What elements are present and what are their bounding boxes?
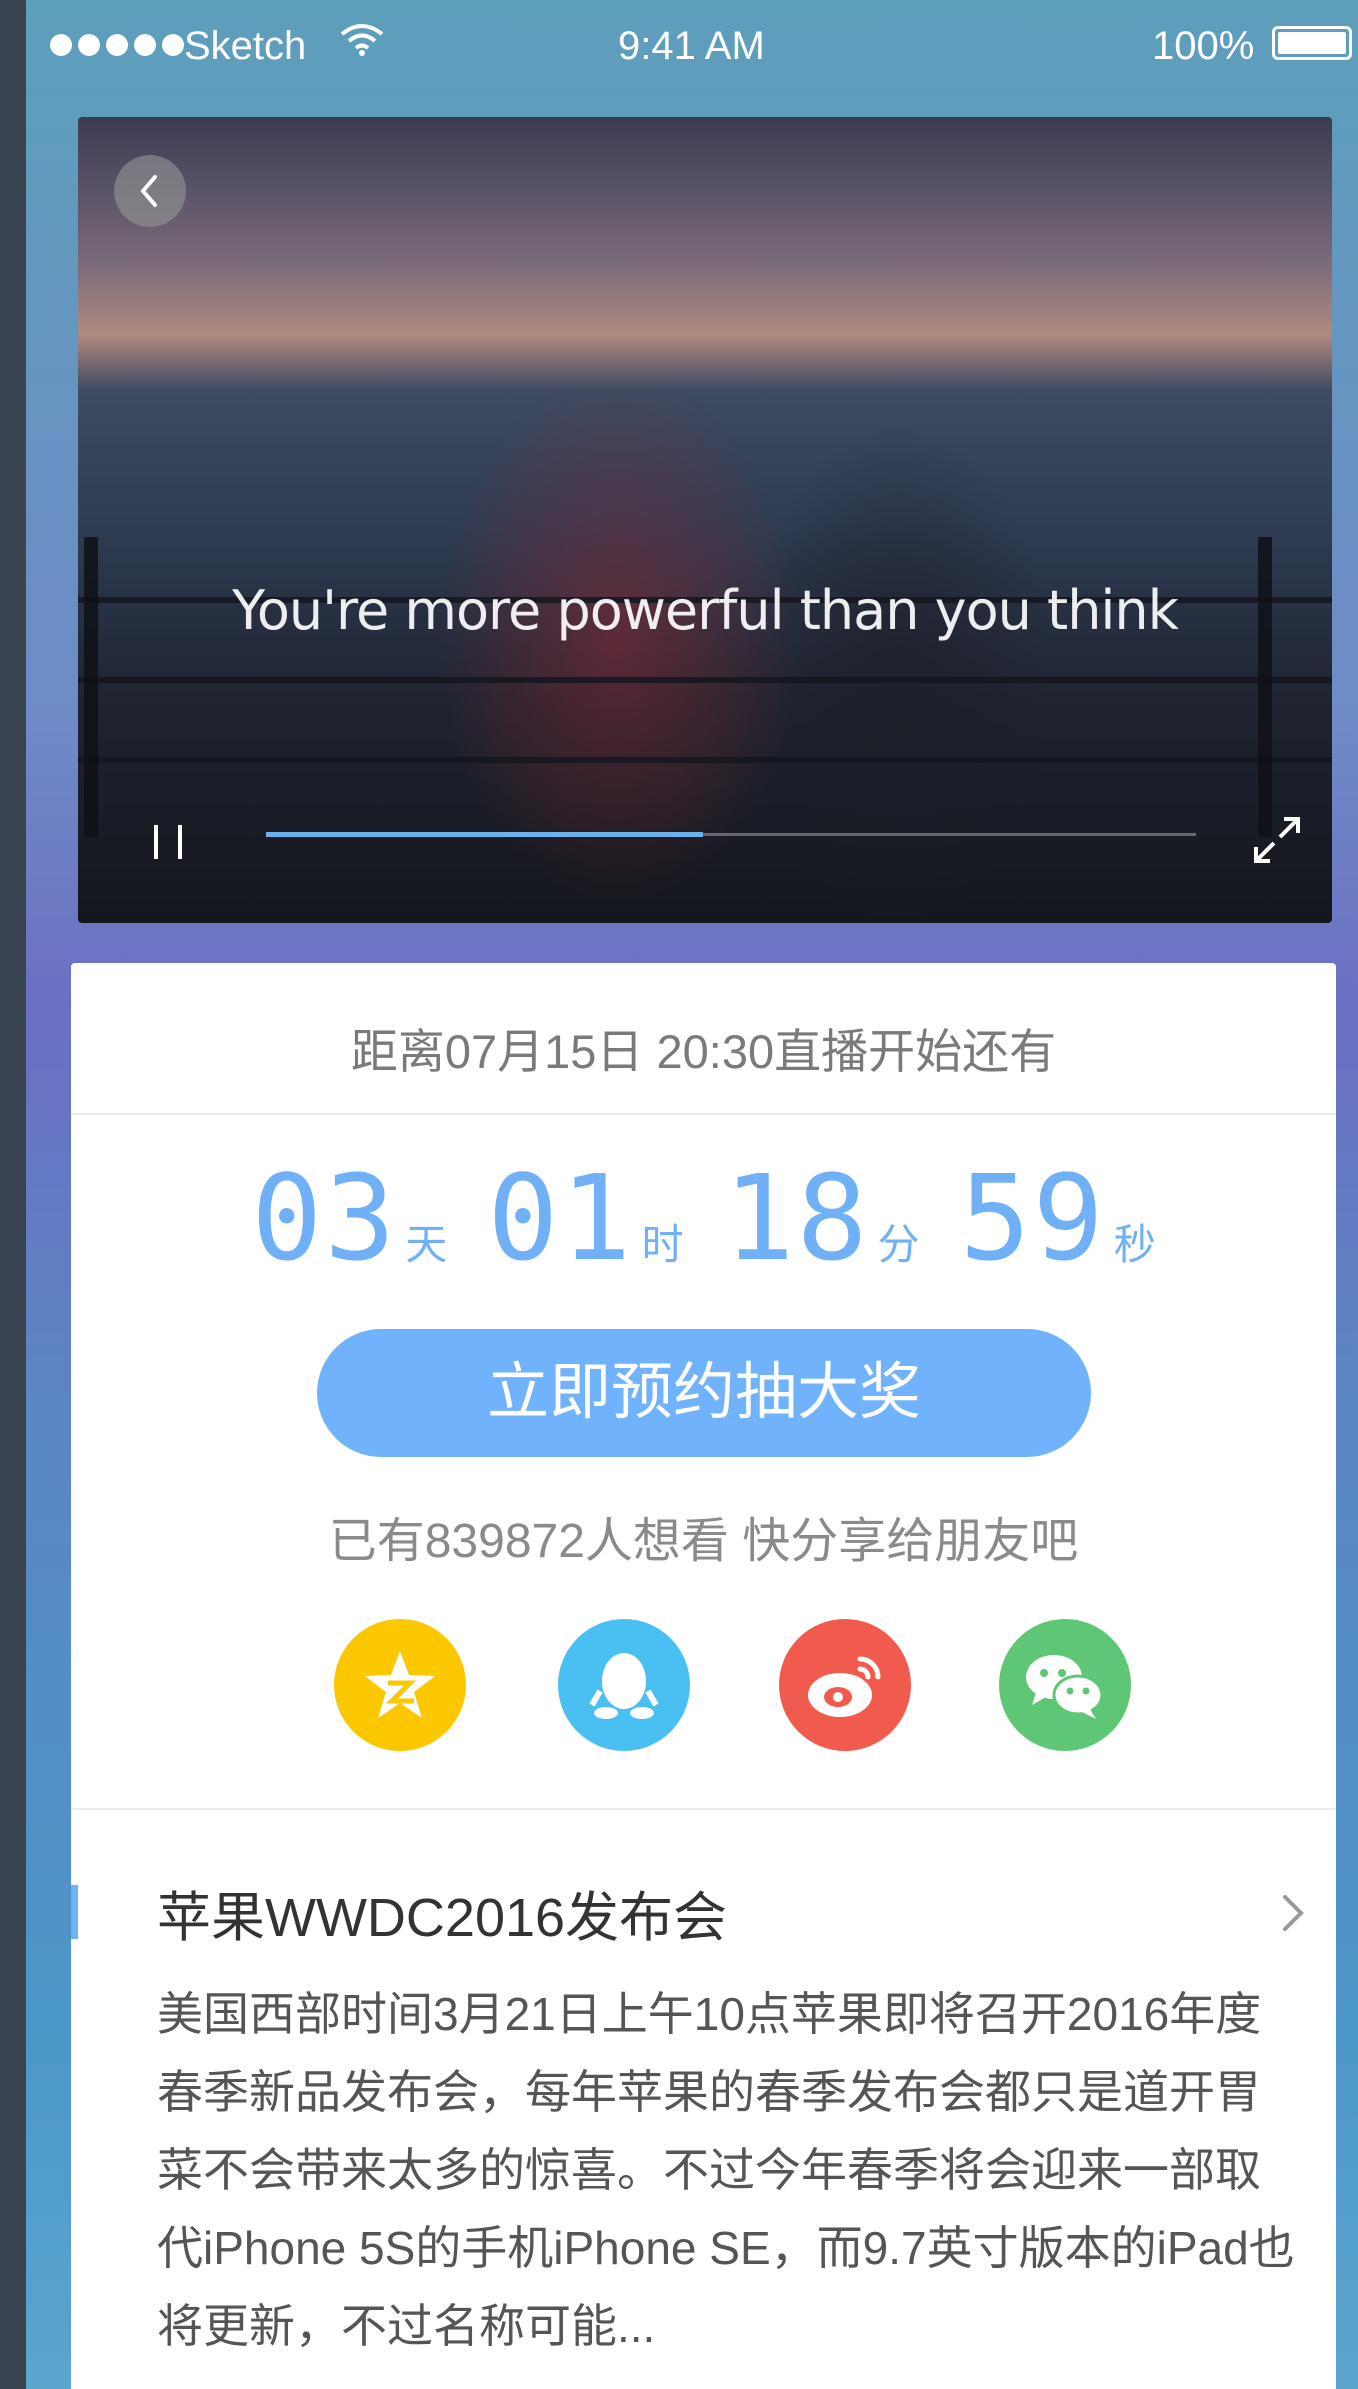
share-qzone-button[interactable] [334, 1619, 466, 1751]
wechat-icon [1026, 1655, 1104, 1719]
countdown-title: 距离07月15日 20:30直播开始还有 [350, 1025, 1057, 1078]
qq-icon [589, 1653, 659, 1719]
status-time: 9:41 AM [618, 24, 765, 68]
seconds-unit: 秒 [1113, 1221, 1156, 1268]
countdown-days: 03 [251, 1149, 398, 1287]
back-button[interactable] [114, 155, 186, 227]
battery-icon [1272, 26, 1352, 60]
fullscreen-button[interactable] [1248, 811, 1306, 869]
countdown-minutes: 18 [723, 1149, 870, 1287]
railing [78, 757, 1332, 763]
news-more-button[interactable] [1273, 1883, 1313, 1943]
minutes-unit: 分 [877, 1221, 920, 1268]
divider [71, 1113, 1336, 1115]
chevron-right-icon [1283, 1895, 1304, 1931]
qzone-icon [365, 1651, 435, 1718]
expand-icon [1254, 817, 1300, 863]
carrier-name: Sketch [184, 24, 307, 68]
weibo-icon [808, 1656, 881, 1717]
video-progress-bar[interactable] [266, 832, 1196, 837]
reserve-lottery-button[interactable]: 立即预约抽大奖 [317, 1329, 1091, 1457]
live-event-card: 距离07月15日 20:30直播开始还有 03 天 01 时 18 分 59 秒 立即预约抽大… [71, 963, 1336, 2389]
days-unit: 天 [405, 1221, 448, 1268]
video-player[interactable]: You're more powerful than you think [78, 117, 1332, 923]
app-screen: Sketch 9:41 AM 100% You're more powerful… [26, 0, 1358, 2389]
chevron-left-icon [140, 175, 157, 207]
share-weibo-button[interactable] [779, 1619, 911, 1751]
countdown-seconds: 59 [959, 1149, 1106, 1287]
news-body: 美国西部时间3月21日上午10点苹果即将召开2016年度春季新品发布会，每年苹果… [157, 1988, 1295, 2352]
countdown-timer: 03 天 01 时 18 分 59 秒 [71, 1149, 1336, 1287]
pause-button[interactable] [144, 817, 194, 867]
hours-unit: 时 [641, 1221, 684, 1268]
status-bar: Sketch 9:41 AM 100% [26, 0, 1358, 92]
railing [78, 677, 1332, 683]
battery-percentage: 100% [1152, 24, 1255, 68]
video-caption: You're more powerful than you think [232, 579, 1179, 642]
share-row [71, 1619, 1336, 1751]
wifi-icon [340, 22, 384, 68]
video-progress-fill [266, 832, 704, 837]
share-wechat-button[interactable] [999, 1619, 1131, 1751]
share-qq-button[interactable] [558, 1619, 690, 1751]
divider [71, 1808, 1336, 1810]
countdown-hours: 01 [487, 1149, 634, 1287]
pause-icon [154, 825, 182, 859]
news-title[interactable]: 苹果WWDC2016发布会 [157, 1873, 727, 1952]
signal-strength-icon [50, 34, 184, 56]
news-accent-bar [71, 1885, 78, 1939]
watchers-count-text: 已有839872人想看 快分享给朋友吧 [328, 1515, 1079, 1568]
